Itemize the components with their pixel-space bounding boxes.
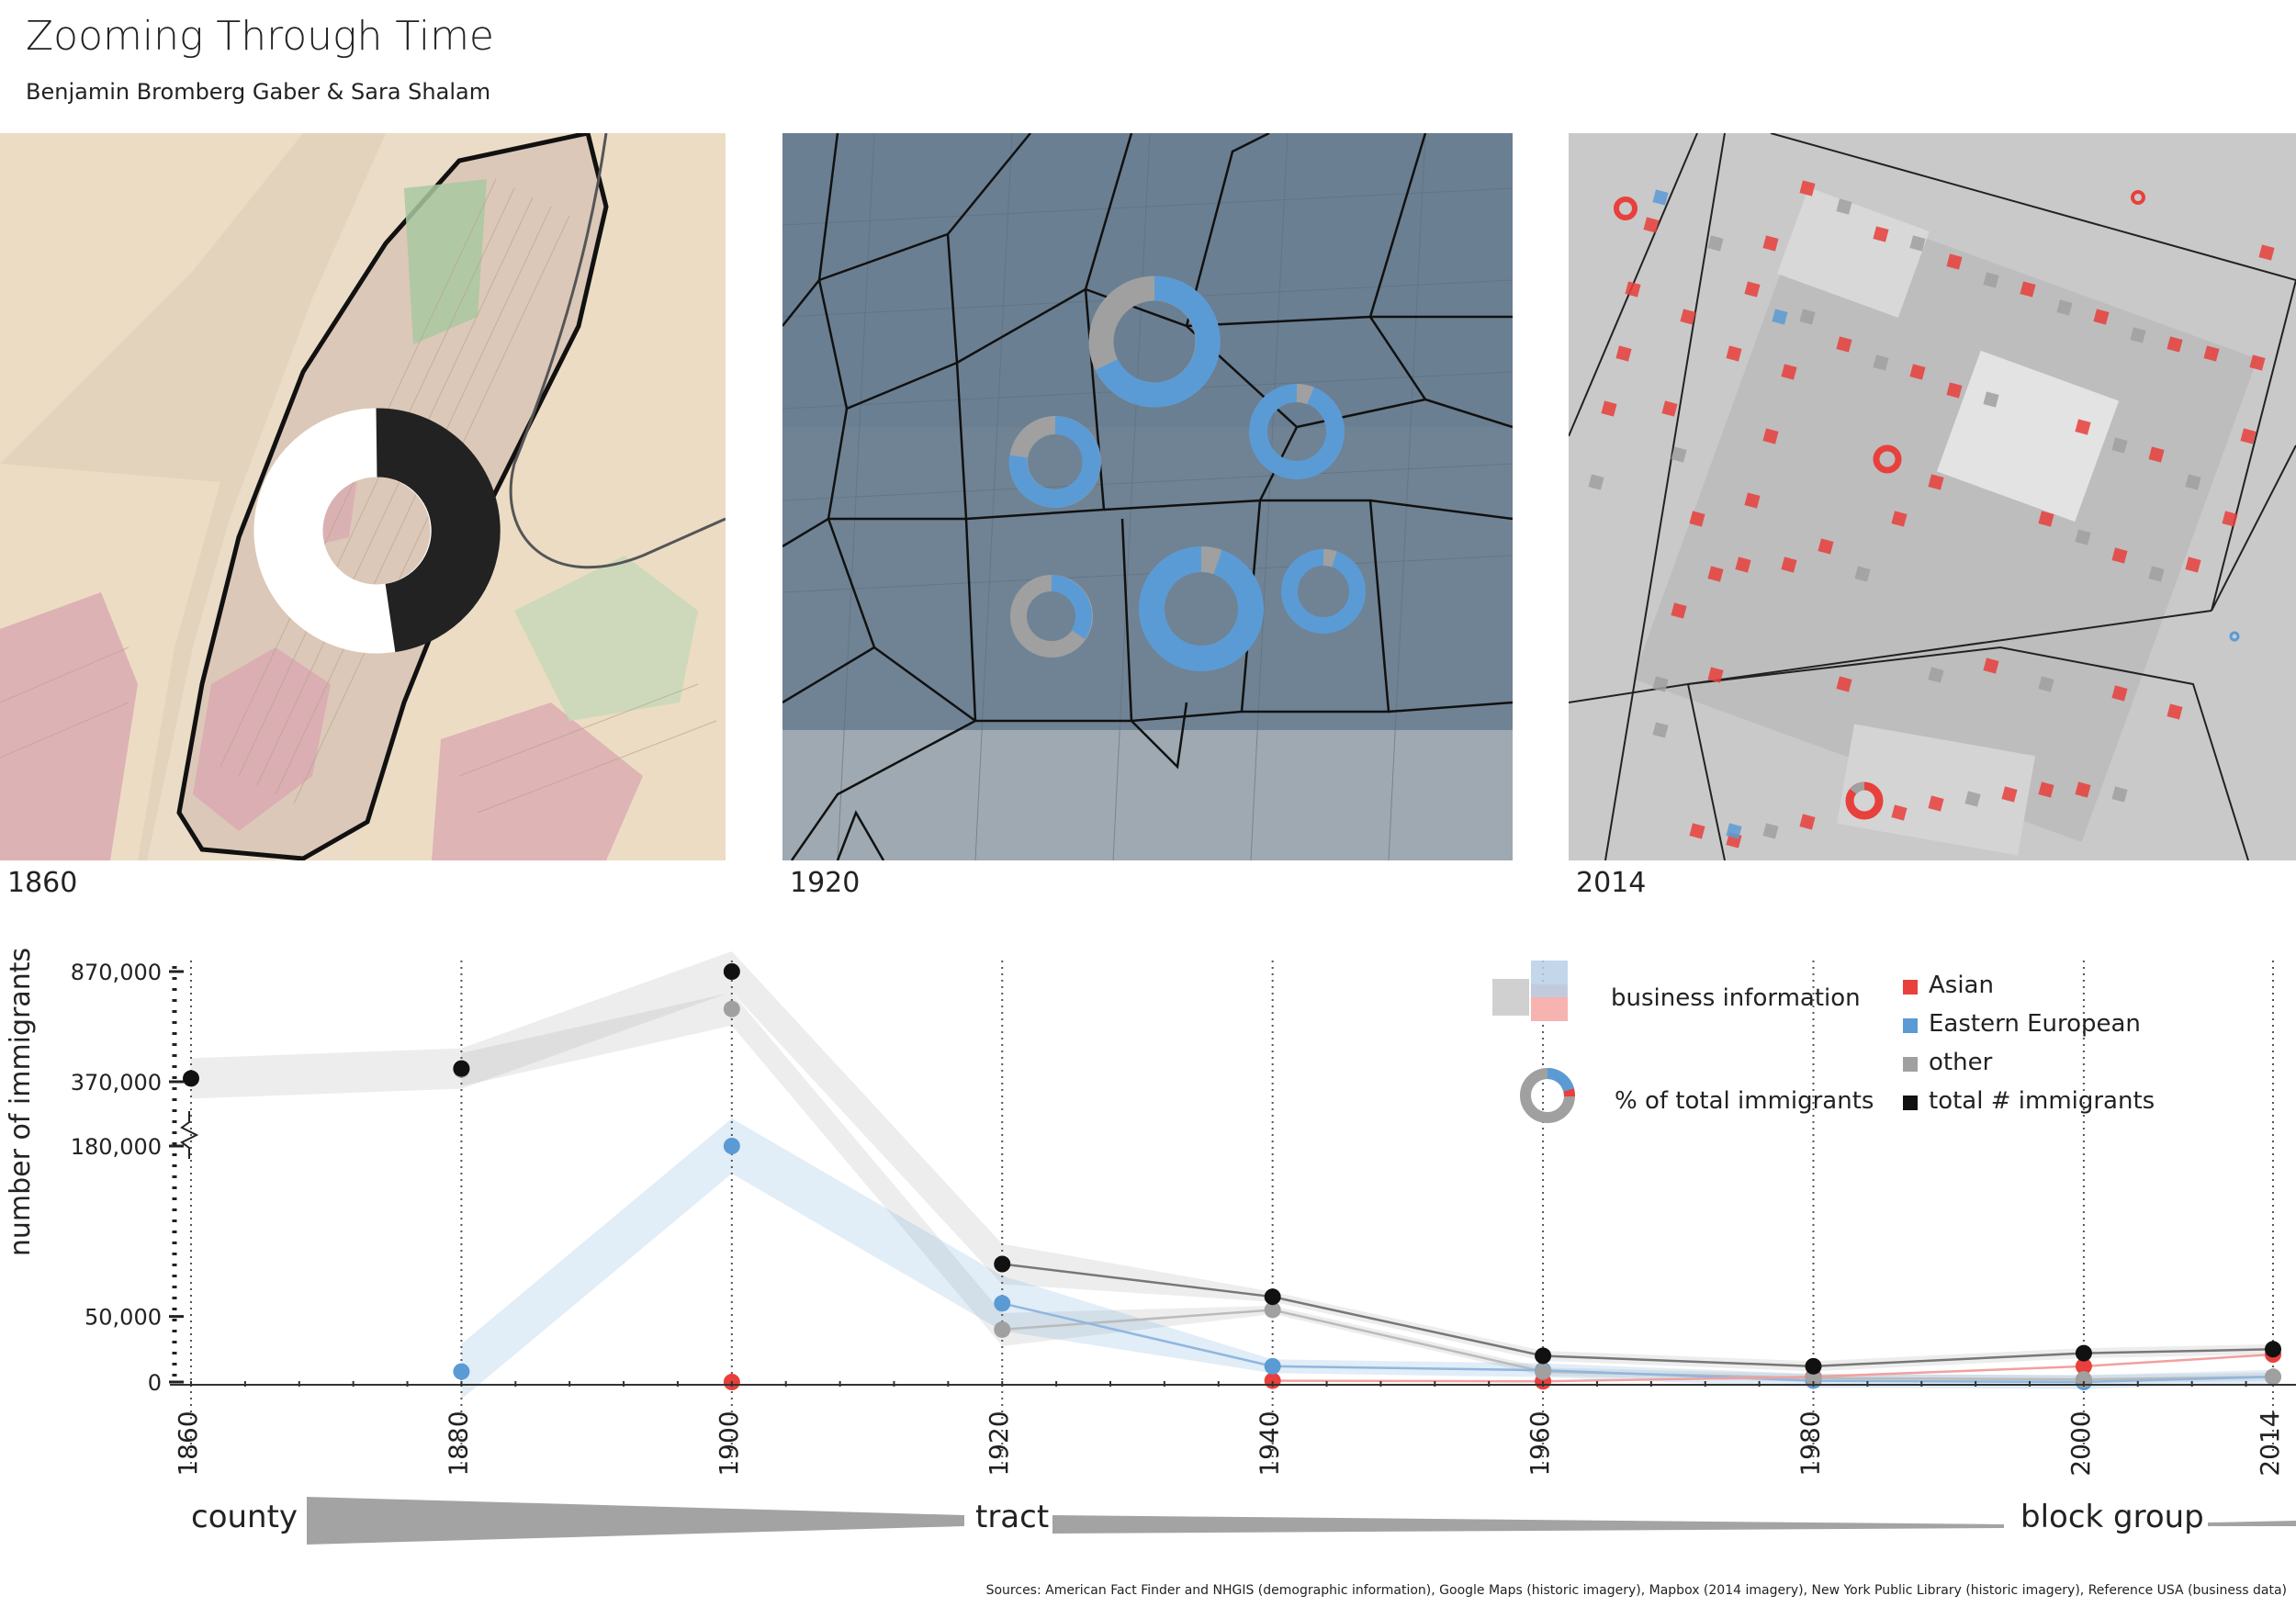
legend-asian: Asian [1929, 972, 1994, 999]
panel-year-1920: 1920 [790, 867, 861, 899]
y-tick-label: 0 [148, 1370, 162, 1396]
business-legend-icon [1492, 961, 1612, 1027]
x-tick-label: 2014 [2255, 1410, 2285, 1476]
data-point [994, 1295, 1011, 1312]
panel-year-1860: 1860 [7, 867, 78, 899]
trend-ribbon [461, 992, 2274, 1384]
x-tick-label: 1940 [1255, 1410, 1285, 1476]
map-panel-1920 [782, 133, 1513, 860]
historic-map-1860 [0, 133, 726, 860]
y-tick-label: 50,000 [84, 1305, 162, 1331]
x-tick-label: 1960 [1525, 1410, 1555, 1476]
satellite-map-2014 [1569, 133, 2296, 860]
chart-svg: 870,000 370,000 180,000 50,000 0 1860 1880 190… [5, 948, 2296, 1477]
x-tick-label: 1980 [1795, 1410, 1825, 1476]
legend-total-swatch [1903, 1096, 1918, 1110]
data-point [1264, 1357, 1281, 1375]
legend-other-swatch [1903, 1057, 1918, 1072]
page-title: Zooming Through Time [26, 13, 494, 60]
data-point [1264, 1288, 1281, 1306]
legend-total: total # immigrants [1929, 1087, 2155, 1115]
legend-asian-swatch [1903, 980, 1918, 995]
data-point [1805, 1357, 1822, 1375]
sources-note: Sources: American Fact Finder and NHGIS … [985, 1583, 2287, 1598]
percent-legend-donut [1520, 1068, 1575, 1123]
data-point [1535, 1363, 1552, 1380]
y-axis-label: number of immigrants [5, 948, 37, 1256]
scale-county: county [191, 1499, 298, 1535]
data-point [1535, 1347, 1552, 1365]
data-point [994, 1255, 1011, 1273]
aerial-map-1920 [782, 133, 1513, 860]
data-point [2075, 1344, 2092, 1362]
legend-eastern-swatch [1903, 1018, 1918, 1033]
immigrants-chart: 870,000 370,000 180,000 50,000 0 1860 1880 190… [0, 918, 2296, 1510]
scale-tract: tract [975, 1499, 1050, 1535]
axis-break [180, 1111, 199, 1159]
legend-business-text: business information [1611, 984, 1861, 1012]
x-tick-label: 1920 [984, 1410, 1014, 1476]
x-tick-label: 1900 [714, 1410, 744, 1476]
data-point [453, 1060, 470, 1077]
data-point [723, 963, 740, 980]
data-point [2265, 1341, 2281, 1358]
data-point [723, 1000, 740, 1017]
legend-eastern: Eastern European [1929, 1010, 2141, 1038]
data-point [2265, 1368, 2281, 1386]
data-point [453, 1363, 470, 1380]
x-tick-label: 2000 [2065, 1410, 2096, 1476]
y-tick-label: 370,000 [71, 1070, 162, 1096]
scale-wedges [307, 1497, 2296, 1545]
scale-block-group: block group [2020, 1499, 2204, 1535]
map-panel-1860 [0, 133, 726, 860]
page-authors: Benjamin Bromberg Gaber & Sara Shalam [26, 79, 491, 105]
y-tick-label: 180,000 [71, 1134, 162, 1160]
map-panel-2014 [1569, 133, 2296, 860]
x-tick-label: 1880 [443, 1410, 473, 1476]
legend-other: other [1929, 1049, 1993, 1076]
x-tick-label: 1860 [173, 1410, 203, 1476]
data-point [183, 1070, 199, 1087]
legend-percent-text: % of total immigrants [1615, 1087, 1874, 1115]
panel-year-2014: 2014 [1576, 867, 1647, 899]
data-point [723, 1138, 740, 1154]
data-point [994, 1320, 1011, 1338]
y-tick-label: 870,000 [71, 960, 162, 985]
